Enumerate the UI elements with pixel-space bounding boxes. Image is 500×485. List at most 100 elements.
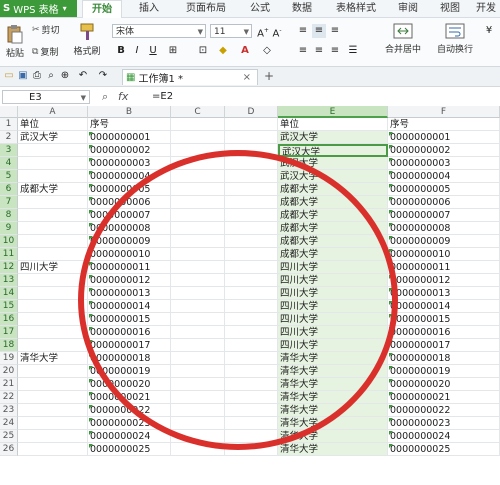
- row-header-9[interactable]: 9: [0, 222, 18, 235]
- row-header-10[interactable]: 10: [0, 235, 18, 248]
- cell-a6[interactable]: 成都大学: [18, 183, 88, 196]
- cell-a9[interactable]: [18, 222, 88, 235]
- close-icon[interactable]: ×: [243, 72, 251, 83]
- decrease-font-button[interactable]: A-: [270, 24, 284, 39]
- align-right-icon[interactable]: ≡: [328, 44, 342, 58]
- borders-icon[interactable]: ⊞: [166, 44, 180, 58]
- row-header-1[interactable]: 1: [0, 118, 18, 131]
- row-header-2[interactable]: 2: [0, 131, 18, 144]
- cell-a2[interactable]: 武汉大学: [18, 131, 88, 144]
- align-left-icon[interactable]: ≡: [296, 44, 310, 58]
- cell-f2[interactable]: 0000000001: [388, 131, 500, 144]
- increase-font-button[interactable]: A+: [256, 24, 270, 39]
- cell-b4[interactable]: 0000000003: [88, 157, 171, 170]
- cell-a4[interactable]: [18, 157, 88, 170]
- cell-f8[interactable]: 0000000007: [388, 209, 500, 222]
- row-header-14[interactable]: 14: [0, 287, 18, 300]
- undo-icon[interactable]: ↶: [76, 69, 90, 83]
- cell-b2[interactable]: 0000000001: [88, 131, 171, 144]
- row-header-6[interactable]: 6: [0, 183, 18, 196]
- name-box[interactable]: E3 ▼: [2, 90, 90, 104]
- row-header-21[interactable]: 21: [0, 378, 18, 391]
- cell-b26[interactable]: 0000000025: [88, 443, 171, 456]
- copy-button[interactable]: ⧉ 复制: [32, 45, 58, 59]
- cell-f15[interactable]: 0000000014: [388, 300, 500, 313]
- cell-c1[interactable]: [171, 118, 225, 131]
- cell-a16[interactable]: [18, 313, 88, 326]
- tab-formulas[interactable]: 公式: [240, 0, 280, 17]
- row-header-3[interactable]: 3: [0, 144, 18, 157]
- document-tab[interactable]: ▦ 工作簿1 * ×: [122, 69, 258, 85]
- cell-b3[interactable]: 0000000002: [88, 144, 171, 157]
- cell-f16[interactable]: 0000000015: [388, 313, 500, 326]
- cell-f24[interactable]: 0000000023: [388, 417, 500, 430]
- cell-a18[interactable]: [18, 339, 88, 352]
- cell-a26[interactable]: [18, 443, 88, 456]
- find-icon[interactable]: ⊕: [58, 69, 72, 83]
- cell-a20[interactable]: [18, 365, 88, 378]
- cell-a12[interactable]: 四川大学: [18, 261, 88, 274]
- row-header-11[interactable]: 11: [0, 248, 18, 261]
- clear-format-icon[interactable]: ◇: [260, 44, 274, 58]
- cell-f21[interactable]: 0000000020: [388, 378, 500, 391]
- cell-f12[interactable]: 0000000011: [388, 261, 500, 274]
- cell-f23[interactable]: 0000000022: [388, 404, 500, 417]
- cell-f26[interactable]: 0000000025: [388, 443, 500, 456]
- italic-button[interactable]: I: [130, 44, 144, 58]
- cell-f9[interactable]: 0000000008: [388, 222, 500, 235]
- cell-a19[interactable]: 清华大学: [18, 352, 88, 365]
- cell-f7[interactable]: 0000000006: [388, 196, 500, 209]
- merge-center-button[interactable]: 合并居中: [380, 22, 426, 55]
- align-top-icon[interactable]: ≡: [296, 24, 310, 38]
- tab-home[interactable]: 开始: [82, 0, 122, 18]
- new-tab-icon[interactable]: +: [264, 69, 274, 83]
- formula-input[interactable]: =E2: [152, 91, 173, 102]
- cell-f17[interactable]: 0000000016: [388, 326, 500, 339]
- column-header-d[interactable]: D: [225, 106, 278, 118]
- tab-table-style[interactable]: 表格样式: [326, 0, 386, 17]
- cell-f18[interactable]: 0000000017: [388, 339, 500, 352]
- print-preview-icon[interactable]: ⌕: [44, 69, 58, 83]
- cell-d2[interactable]: [225, 131, 278, 144]
- cell-c2[interactable]: [171, 131, 225, 144]
- cell-f14[interactable]: 0000000013: [388, 287, 500, 300]
- app-menu-button[interactable]: S WPS 表格 ▾: [0, 0, 77, 17]
- cell-a13[interactable]: [18, 274, 88, 287]
- font-size-select[interactable]: 11 ▼: [210, 24, 252, 38]
- print-icon[interactable]: ⎙: [30, 69, 44, 83]
- row-header-8[interactable]: 8: [0, 209, 18, 222]
- column-header-a[interactable]: A: [18, 106, 88, 118]
- font-name-select[interactable]: 宋体 ▼: [112, 24, 206, 38]
- cell-f1[interactable]: 序号: [388, 118, 500, 131]
- row-header-18[interactable]: 18: [0, 339, 18, 352]
- row-header-4[interactable]: 4: [0, 157, 18, 170]
- tab-view[interactable]: 视图: [432, 0, 468, 17]
- cell-f3[interactable]: 0000000002: [388, 144, 500, 157]
- row-header-25[interactable]: 25: [0, 430, 18, 443]
- cut-button[interactable]: ✂ 剪切: [32, 23, 60, 37]
- tab-developer[interactable]: 开发: [472, 0, 500, 17]
- cell-e2[interactable]: 武汉大学: [278, 131, 388, 144]
- row-header-23[interactable]: 23: [0, 404, 18, 417]
- cell-a22[interactable]: [18, 391, 88, 404]
- row-header-20[interactable]: 20: [0, 365, 18, 378]
- underline-button[interactable]: U: [146, 44, 160, 58]
- select-all-corner[interactable]: [0, 106, 18, 118]
- cell-e1[interactable]: 单位: [278, 118, 388, 131]
- open-icon[interactable]: ▭: [2, 69, 16, 83]
- tab-review[interactable]: 审阅: [390, 0, 426, 17]
- row-header-17[interactable]: 17: [0, 326, 18, 339]
- row-header-22[interactable]: 22: [0, 391, 18, 404]
- cell-b25[interactable]: 0000000024: [88, 430, 171, 443]
- cell-a11[interactable]: [18, 248, 88, 261]
- cell-a3[interactable]: [18, 144, 88, 157]
- distributed-align-icon[interactable]: ☰: [346, 44, 360, 58]
- cell-e26[interactable]: 清华大学: [278, 443, 388, 456]
- number-format-icon[interactable]: ¥: [482, 24, 496, 38]
- paste-button[interactable]: 粘贴: [2, 24, 28, 59]
- cell-f22[interactable]: 0000000021: [388, 391, 500, 404]
- row-header-13[interactable]: 13: [0, 274, 18, 287]
- cell-f6[interactable]: 0000000005: [388, 183, 500, 196]
- cell-a23[interactable]: [18, 404, 88, 417]
- format-painter-button[interactable]: 格式刷: [70, 22, 104, 57]
